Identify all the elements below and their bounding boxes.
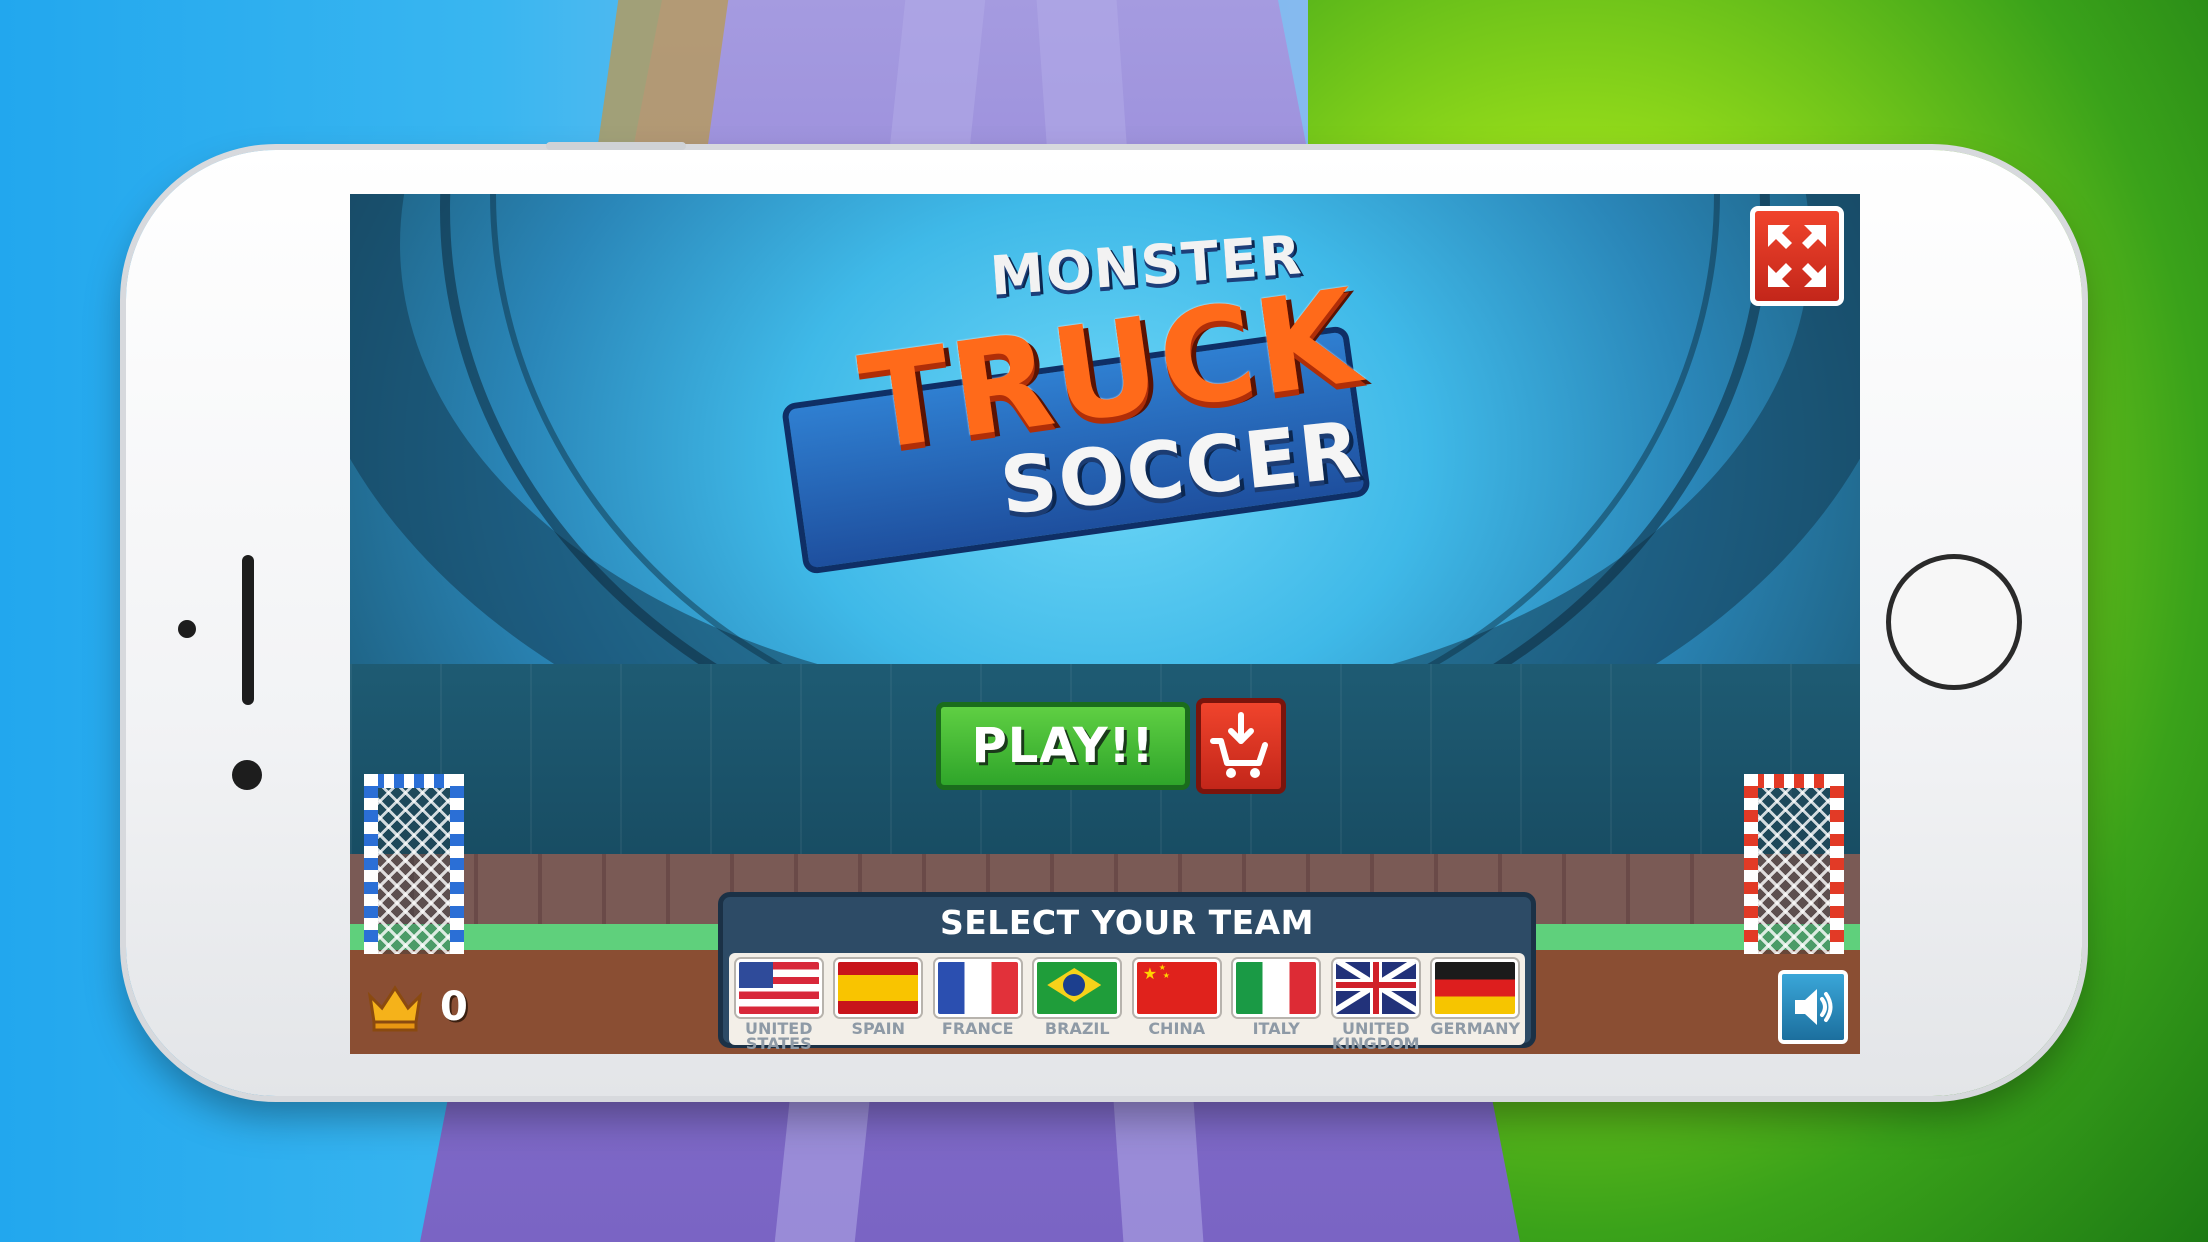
best-score: 0: [440, 984, 468, 1030]
phone-power-button: [546, 142, 686, 150]
play-button[interactable]: PLAY!!: [936, 702, 1190, 790]
brazil-flag-icon: [1034, 959, 1121, 1017]
germany-flag-icon: [1432, 959, 1519, 1017]
italy-flag-icon: [1233, 959, 1320, 1017]
goal-net: [378, 788, 450, 954]
team-italy[interactable]: ITALY: [1231, 959, 1321, 1038]
speaker-icon: [1795, 989, 1833, 1025]
goal-post: [450, 774, 464, 954]
team-list: UNITED STATES SPAIN FRANCE BRAZIL ★ ★ ★ …: [729, 953, 1525, 1052]
team-name: ITALY: [1252, 1019, 1300, 1038]
team-select-title: SELECT YOUR TEAM: [940, 903, 1314, 942]
team-germany[interactable]: GERMANY: [1430, 959, 1521, 1038]
team-brazil[interactable]: BRAZIL: [1032, 959, 1122, 1038]
team-china[interactable]: ★ ★ ★ CHINA: [1132, 959, 1222, 1038]
team-select-panel: SELECT YOUR TEAM UNITED STATES SPAIN FRA…: [718, 892, 1536, 1052]
left-goal: [364, 774, 464, 954]
fullscreen-icon: [1768, 225, 1826, 287]
france-flag-icon: [934, 959, 1021, 1017]
team-name: FRANCE: [941, 1019, 1014, 1038]
team-spain[interactable]: SPAIN: [833, 959, 923, 1038]
china-flag-icon: ★ ★ ★: [1133, 959, 1220, 1017]
us-flag-icon: [735, 959, 822, 1017]
goal-post: [1744, 774, 1758, 954]
phone-speaker: [242, 555, 254, 705]
spain-flag-icon: [835, 959, 922, 1017]
sound-button[interactable]: [1778, 970, 1848, 1044]
play-button-label: PLAY!!: [971, 718, 1155, 774]
goal-net: [1758, 788, 1830, 954]
cart-download-icon: [1210, 712, 1268, 778]
team-name: BRAZIL: [1044, 1019, 1110, 1038]
uk-flag-icon: [1332, 959, 1419, 1017]
team-name: GERMANY: [1430, 1019, 1521, 1038]
team-united-kingdom[interactable]: UNITED KINGDOM: [1331, 959, 1421, 1053]
team-name: UNITED STATES: [745, 1019, 813, 1053]
goal-post: [364, 774, 378, 954]
team-name: CHINA: [1148, 1019, 1206, 1038]
team-name: UNITED KINGDOM: [1331, 1019, 1420, 1053]
phone-camera: [232, 760, 262, 790]
team-united-states[interactable]: UNITED STATES: [734, 959, 824, 1053]
team-name: SPAIN: [851, 1019, 905, 1038]
right-goal: [1744, 774, 1844, 954]
phone-sensor: [178, 620, 196, 638]
fullscreen-button[interactable]: [1750, 206, 1844, 306]
goal-crossbar: [364, 774, 464, 788]
game-logo: MONSTER TRUCK SOCCER: [730, 223, 1410, 664]
goal-crossbar: [1744, 774, 1844, 788]
shop-button[interactable]: [1196, 698, 1286, 794]
team-france[interactable]: FRANCE: [933, 959, 1023, 1038]
crown-icon: [367, 985, 423, 1032]
goal-post: [1830, 774, 1844, 954]
game-screen: MONSTER TRUCK SOCCER PLAY!! 0 SELECT YOU…: [350, 194, 1860, 1054]
phone-home-button: [1886, 554, 2022, 690]
